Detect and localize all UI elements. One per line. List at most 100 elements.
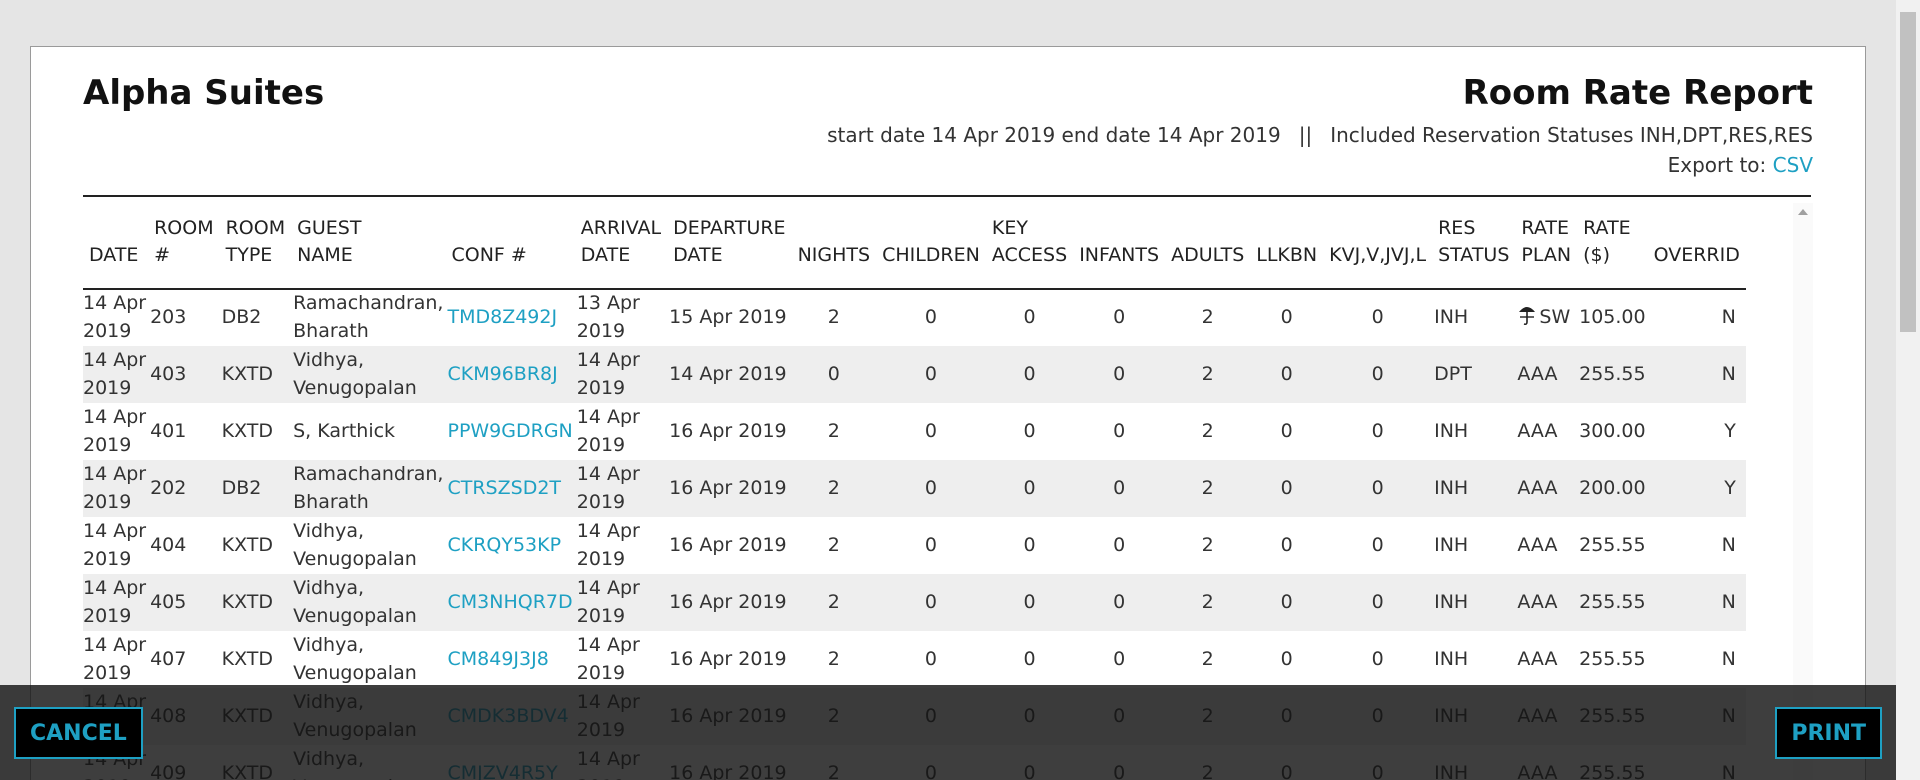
page-scrollbar-thumb[interactable]: [1900, 12, 1916, 332]
date-cell: 14 Apr 2019: [83, 517, 148, 574]
table-row[interactable]: 14 Apr 2019 403 KXTD Vidhya, Venugopalan CKM96…: [83, 346, 1746, 403]
departure-date-cell-value: 16 Apr 2019: [669, 647, 787, 670]
confirmation-link[interactable]: CM849J3J8: [445, 631, 574, 688]
children-cell: 0: [876, 631, 986, 688]
confirmation-link-value[interactable]: CM3NHQR7D: [447, 591, 572, 613]
rate-plan-cell: AAA: [1515, 574, 1578, 631]
override-cell: N: [1647, 346, 1746, 403]
table-row[interactable]: 14 Apr 2019 404 KXTD Vidhya, Venugopalan CKRQY…: [83, 517, 1746, 574]
guest-name-cell-line: Bharath: [293, 320, 369, 342]
print-button[interactable]: PRINT: [1775, 707, 1882, 759]
confirmation-link-value[interactable]: PPW9GDRGN: [447, 420, 572, 442]
guest-name-cell-line: Vidhya,: [293, 348, 365, 371]
umbrella-icon: [1517, 304, 1537, 326]
date-cell-line: 14 Apr: [83, 633, 147, 656]
confirmation-link-value[interactable]: CM849J3J8: [447, 648, 548, 670]
cancel-button[interactable]: CANCEL: [14, 707, 143, 759]
export-csv-link[interactable]: CSV: [1773, 153, 1813, 177]
scroll-up-arrow-icon[interactable]: [1798, 209, 1808, 215]
page-scrollbar[interactable]: [1896, 0, 1920, 780]
date-cell-line: 14 Apr: [83, 576, 147, 599]
kvj-cell-value: 0: [1371, 533, 1384, 556]
room-number-cell-value: 407: [150, 647, 187, 670]
arrival-date-cell: 14 Apr 2019: [575, 631, 667, 688]
children-cell: 0: [876, 517, 986, 574]
table-row[interactable]: 14 Apr 2019 401 KXTD S, Karthick PPW9GDRGN 14 …: [83, 403, 1746, 460]
rate-plan-cell-value: AAA: [1517, 419, 1558, 442]
guest-name-cell-line: Vidhya,: [293, 633, 365, 656]
key-access-cell-value: 0: [1023, 647, 1036, 670]
children-cell-value: 0: [924, 362, 937, 385]
column-header-label: LLKBN: [1256, 244, 1318, 267]
llkbn-cell-value: 0: [1280, 306, 1293, 329]
confirmation-link-value[interactable]: CTRSZSD2T: [447, 477, 561, 499]
column-header-label: RATE: [1521, 216, 1569, 239]
column-header-label: ARRIVAL: [580, 216, 662, 239]
rate-cell-value: 255.55: [1579, 590, 1646, 613]
table-row[interactable]: 14 Apr 2019 202 DB2 Ramachandran, Bharath CTRS…: [83, 460, 1746, 517]
res-status-cell: DPT: [1432, 346, 1516, 403]
infants-cell: 0: [1073, 289, 1165, 346]
column-header-label: KEY: [991, 216, 1028, 239]
rate-cell-value: 255.55: [1579, 362, 1646, 385]
rate-plan-cell: AAA: [1515, 403, 1577, 460]
confirmation-link[interactable]: CTRSZSD2T: [445, 460, 575, 517]
children-cell-value: 0: [924, 476, 937, 499]
confirmation-link[interactable]: PPW9GDRGN: [445, 403, 574, 460]
children-cell-value: 0: [924, 590, 937, 613]
departure-date-cell-value: 14 Apr 2019: [669, 362, 787, 385]
arrival-date-cell-line: 2019: [576, 490, 626, 513]
confirmation-link[interactable]: CM3NHQR7D: [445, 574, 575, 631]
table-row[interactable]: 14 Apr 2019 203 DB2 Ramachandran, Bharath TMD8…: [83, 289, 1746, 346]
override-cell-value: N: [1721, 590, 1736, 613]
rate-cell: 105.00: [1577, 289, 1647, 346]
kvj-cell: 0: [1323, 403, 1432, 460]
res-status-cell-value: INH: [1434, 419, 1469, 442]
confirmation-link-value[interactable]: CKRQY53KP: [447, 534, 561, 556]
infants-cell-value: 0: [1113, 362, 1126, 385]
kvj-cell: 0: [1323, 517, 1432, 574]
column-header: ARRIVAL DATE: [574, 197, 668, 290]
guest-name-cell: Ramachandran, Bharath: [291, 289, 445, 346]
table-row[interactable]: 14 Apr 2019 405 KXTD Vidhya, Venugopalan CM3NH…: [83, 574, 1746, 631]
infants-cell-value: 0: [1113, 419, 1126, 442]
report-panel: Alpha Suites Room Rate Report start date…: [30, 46, 1866, 780]
confirmation-link[interactable]: CKM96BR8J: [445, 346, 575, 403]
llkbn-cell: 0: [1250, 460, 1324, 517]
date-cell-line: 2019: [83, 661, 132, 684]
date-cell: 14 Apr 2019: [83, 289, 148, 346]
infants-cell-value: 0: [1113, 306, 1126, 329]
nights-cell-value: 2: [827, 647, 840, 670]
confirmation-link[interactable]: CKRQY53KP: [445, 517, 574, 574]
res-status-cell-value: INH: [1434, 590, 1469, 613]
override-cell: N: [1648, 289, 1746, 346]
arrival-date-cell-line: 14 Apr: [576, 348, 640, 371]
adults-cell-value: 2: [1201, 647, 1214, 670]
room-type-cell: KXTD: [220, 403, 292, 460]
children-cell-value: 0: [924, 306, 937, 329]
room-number-cell: 403: [148, 346, 220, 403]
column-header-label: RES: [1438, 216, 1476, 239]
arrival-date-cell-line: 14 Apr: [576, 405, 640, 428]
res-status-cell: INH: [1432, 631, 1515, 688]
room-type-cell: DB2: [219, 460, 292, 517]
confirmation-link-value[interactable]: CKM96BR8J: [447, 363, 557, 385]
confirmation-link-value[interactable]: TMD8Z492J: [447, 306, 557, 328]
column-header: GUEST NAME: [291, 197, 446, 290]
guest-name-cell-line: Venugopalan: [293, 376, 417, 399]
arrival-date-cell: 14 Apr 2019: [574, 346, 668, 403]
guest-name-cell-line: Ramachandran,: [293, 292, 444, 315]
res-status-cell: INH: [1432, 517, 1515, 574]
date-cell: 14 Apr 2019: [83, 631, 148, 688]
nights-cell-value: 2: [827, 533, 840, 556]
infants-cell: 0: [1073, 631, 1165, 688]
infants-cell-value: 0: [1113, 647, 1126, 670]
confirmation-link[interactable]: TMD8Z492J: [445, 289, 574, 346]
column-header-label: CONF #: [451, 244, 527, 267]
rate-cell-value: 255.55: [1579, 647, 1646, 670]
children-cell-value: 0: [924, 533, 937, 556]
key-access-cell: 0: [985, 574, 1074, 631]
column-header: RATE PLAN: [1515, 197, 1578, 290]
adults-cell: 2: [1165, 346, 1251, 403]
table-row[interactable]: 14 Apr 2019 407 KXTD Vidhya, Venugopalan CM849…: [83, 631, 1746, 688]
